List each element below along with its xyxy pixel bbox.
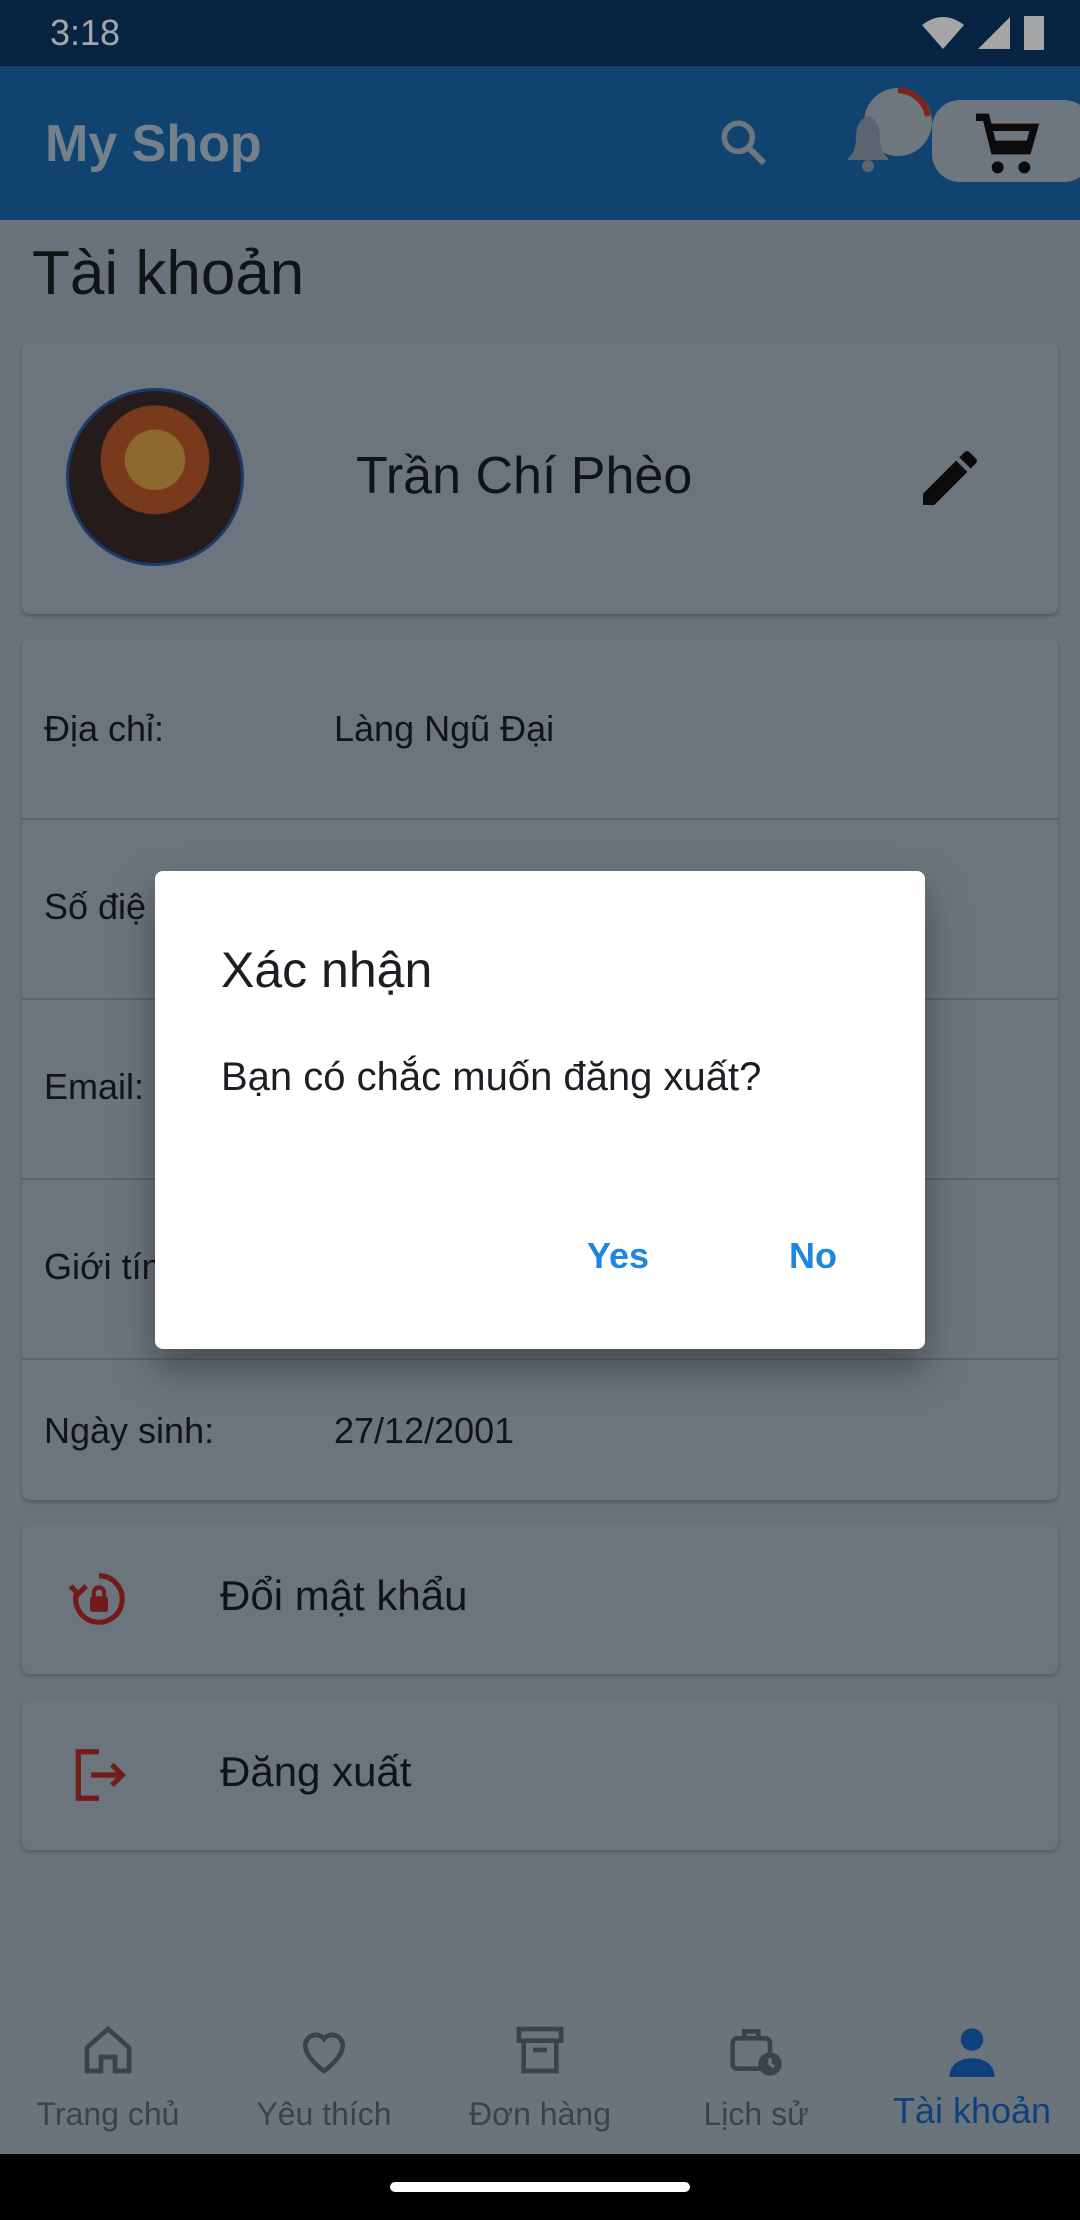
system-navigation-bar [0, 2154, 1080, 2220]
dialog-title: Xác nhận [221, 942, 433, 998]
account-screen: 3:18 My Shop Tài khoản Trần Chí Phèo Địa… [0, 0, 1080, 2220]
home-gesture-handle[interactable] [390, 2182, 690, 2192]
no-button[interactable]: No [789, 1235, 837, 1277]
yes-button[interactable]: Yes [587, 1235, 649, 1277]
confirm-logout-dialog: Xác nhận Bạn có chắc muốn đăng xuất? Yes… [155, 871, 925, 1349]
dialog-message: Bạn có chắc muốn đăng xuất? [221, 1055, 762, 1099]
